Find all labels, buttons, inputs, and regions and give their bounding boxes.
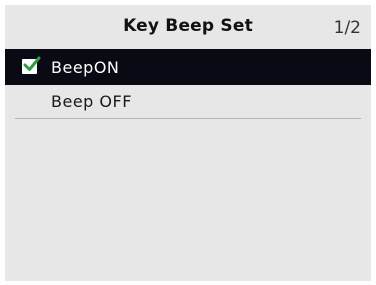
menu-item-label: Beep OFF — [51, 92, 132, 111]
device-screen: Key Beep Set 1/2 BeepON Beep OFF — [5, 5, 371, 281]
menu-item-beep-on[interactable]: BeepON — [5, 49, 371, 85]
page-indicator: 1/2 — [333, 18, 361, 38]
page-title: Key Beep Set — [123, 16, 253, 36]
menu-item-label: BeepON — [51, 57, 120, 77]
menu-item-beep-off[interactable]: Beep OFF — [15, 85, 361, 119]
checkmark-icon — [22, 56, 41, 74]
menu-list: BeepON Beep OFF — [5, 49, 371, 119]
header-bar: Key Beep Set 1/2 — [5, 5, 371, 49]
